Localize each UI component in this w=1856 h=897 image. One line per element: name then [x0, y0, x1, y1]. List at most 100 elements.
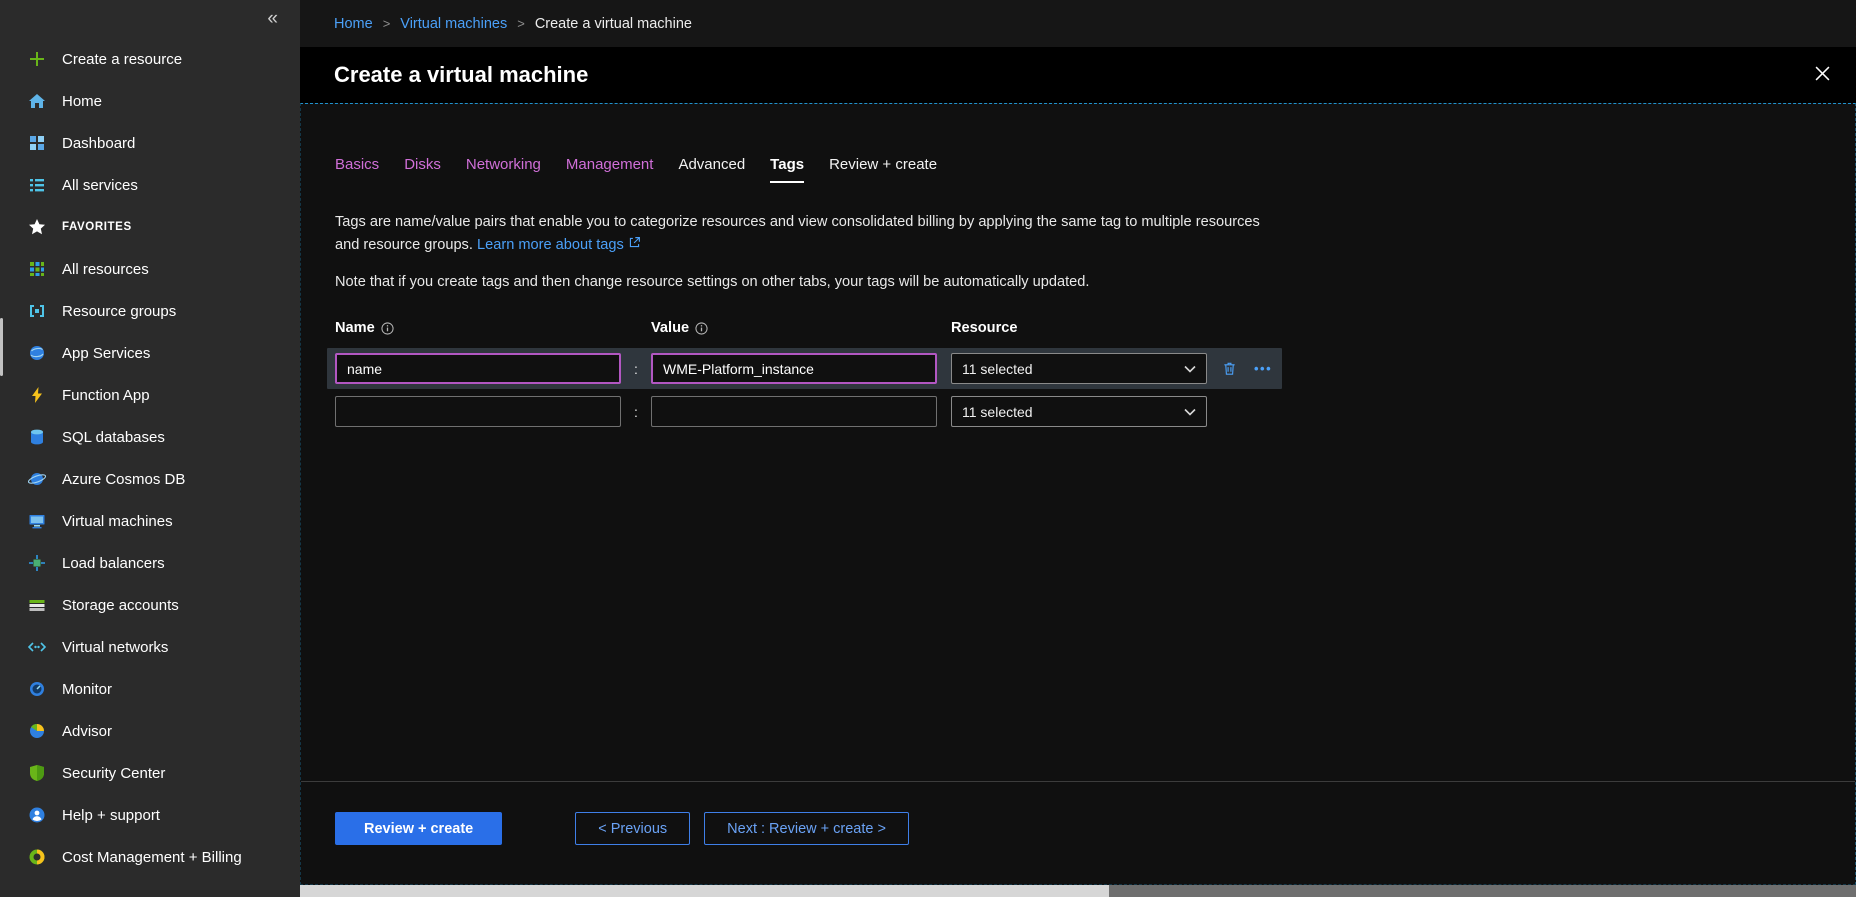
- close-icon: [1815, 66, 1830, 84]
- sidebar-item-monitor[interactable]: Monitor: [0, 668, 300, 710]
- main-area: Home > Virtual machines > Create a virtual m…: [300, 0, 1856, 897]
- name-value-separator: :: [621, 404, 651, 420]
- sidebar-item-label: Monitor: [62, 681, 112, 698]
- sidebar-item-label: Security Center: [62, 765, 165, 782]
- resource-dropdown-value: 11 selected: [962, 361, 1033, 377]
- breadcrumb-separator: >: [517, 16, 525, 31]
- sidebar-item-app-services[interactable]: App Services: [0, 332, 300, 374]
- azure-portal: « Create a resource Home Dashboard All serv…: [0, 0, 1856, 897]
- tab-tags[interactable]: Tags: [770, 156, 804, 183]
- review-create-button[interactable]: Review + create: [335, 812, 502, 845]
- sidebar-item-virtual-machines[interactable]: Virtual machines: [0, 500, 300, 542]
- sidebar-item-create-a-resource[interactable]: Create a resource: [0, 38, 300, 80]
- app-services-icon: [27, 343, 47, 363]
- breadcrumb-home[interactable]: Home: [334, 16, 373, 32]
- sidebar-item-label: Help + support: [62, 807, 160, 824]
- chevron-down-icon: [1184, 408, 1196, 416]
- tab-management[interactable]: Management: [566, 156, 654, 183]
- external-link-icon: [628, 236, 641, 249]
- sidebar-item-resource-groups[interactable]: Resource groups: [0, 290, 300, 332]
- sidebar-item-advisor[interactable]: Advisor: [0, 710, 300, 752]
- tab-basics[interactable]: Basics: [335, 156, 379, 183]
- sidebar-item-cost-management-billing[interactable]: Cost Management + Billing: [0, 836, 300, 878]
- sidebar-item-label: Load balancers: [62, 555, 165, 572]
- sidebar-item-label: Dashboard: [62, 135, 135, 152]
- sidebar-item-label: All services: [62, 177, 138, 194]
- cost-management-icon: [27, 847, 47, 867]
- sidebar-item-label: Virtual machines: [62, 513, 173, 530]
- sidebar-item-label: Function App: [62, 387, 150, 404]
- monitor-icon: [27, 679, 47, 699]
- delete-row-button[interactable]: [1220, 359, 1239, 378]
- sidebar-item-all-resources[interactable]: All resources: [0, 248, 300, 290]
- description-text: Tags are name/value pairs that enable yo…: [335, 214, 1260, 253]
- learn-more-label: Learn more about tags: [477, 237, 624, 253]
- tab-bar: Basics Disks Networking Management Advanced T…: [335, 156, 1855, 183]
- sidebar-collapse-button[interactable]: «: [261, 8, 284, 29]
- sidebar-scrollbar[interactable]: [0, 318, 3, 376]
- tab-disks[interactable]: Disks: [404, 156, 441, 183]
- sidebar-item-dashboard[interactable]: Dashboard: [0, 122, 300, 164]
- info-icon[interactable]: [695, 322, 708, 335]
- name-value-separator: :: [621, 361, 651, 377]
- breadcrumb-separator: >: [383, 16, 391, 31]
- sidebar-item-label: SQL databases: [62, 429, 165, 446]
- resource-dropdown[interactable]: 11 selected: [951, 396, 1207, 427]
- column-label: Name: [335, 320, 375, 336]
- sidebar: « Create a resource Home Dashboard All serv…: [0, 0, 300, 897]
- more-options-button[interactable]: •••: [1252, 359, 1274, 378]
- security-center-icon: [27, 763, 47, 783]
- sidebar-item-label: FAVORITES: [62, 221, 132, 233]
- sidebar-item-virtual-networks[interactable]: Virtual networks: [0, 626, 300, 668]
- horizontal-scrollbar-thumb[interactable]: [300, 885, 1109, 897]
- sidebar-item-label: Home: [62, 93, 102, 110]
- tag-name-input[interactable]: [335, 396, 621, 427]
- tab-review-create[interactable]: Review + create: [829, 156, 937, 183]
- all-resources-icon: [27, 259, 47, 279]
- sidebar-item-help-support[interactable]: Help + support: [0, 794, 300, 836]
- footer: Review + create < Previous Next : Review…: [301, 781, 1855, 884]
- tags-table-body: : 11 selected •••: 11 selected: [327, 348, 1855, 432]
- breadcrumb-create-a-virtual-machine: Create a virtual machine: [535, 16, 692, 32]
- tag-row-2: : 11 selected: [327, 391, 1215, 432]
- tab-networking[interactable]: Networking: [466, 156, 541, 183]
- star-icon: [27, 217, 47, 237]
- sidebar-item-sql-databases[interactable]: SQL databases: [0, 416, 300, 458]
- tab-advanced[interactable]: Advanced: [678, 156, 745, 183]
- tags-note: Note that if you create tags and then ch…: [335, 274, 1821, 290]
- resource-dropdown-value: 11 selected: [962, 404, 1033, 420]
- sidebar-item-security-center[interactable]: Security Center: [0, 752, 300, 794]
- close-button[interactable]: [1811, 62, 1834, 88]
- advisor-icon: [27, 721, 47, 741]
- titlebar: Create a virtual machine: [300, 47, 1856, 103]
- tag-value-input[interactable]: [651, 396, 937, 427]
- next-button[interactable]: Next : Review + create >: [704, 812, 909, 845]
- sidebar-item-function-app[interactable]: Function App: [0, 374, 300, 416]
- sidebar-item-label: Virtual networks: [62, 639, 168, 656]
- sidebar-item-label: App Services: [62, 345, 150, 362]
- virtual-networks-icon: [27, 637, 47, 657]
- column-header-value: Value: [651, 320, 951, 336]
- sidebar-item-load-balancers[interactable]: Load balancers: [0, 542, 300, 584]
- horizontal-scrollbar[interactable]: [300, 885, 1856, 897]
- sidebar-item-storage-accounts[interactable]: Storage accounts: [0, 584, 300, 626]
- tag-row-1: : 11 selected •••: [327, 348, 1282, 389]
- sidebar-item-label: Advisor: [62, 723, 112, 740]
- sidebar-item-label: Resource groups: [62, 303, 176, 320]
- breadcrumb-virtual-machines[interactable]: Virtual machines: [400, 16, 507, 32]
- sidebar-item-all-services[interactable]: All services: [0, 164, 300, 206]
- sidebar-item-home[interactable]: Home: [0, 80, 300, 122]
- tag-name-input[interactable]: [335, 353, 621, 384]
- sidebar-item-azure-cosmos-db[interactable]: Azure Cosmos DB: [0, 458, 300, 500]
- sidebar-item-favorites: FAVORITES: [0, 206, 300, 248]
- learn-more-link[interactable]: Learn more about tags: [477, 237, 641, 253]
- previous-button[interactable]: < Previous: [575, 812, 690, 845]
- virtual-machines-icon: [27, 511, 47, 531]
- sidebar-header: «: [0, 0, 300, 36]
- resource-dropdown[interactable]: 11 selected: [951, 353, 1207, 384]
- info-icon[interactable]: [381, 322, 394, 335]
- page-title: Create a virtual machine: [334, 62, 588, 88]
- cosmos-db-icon: [27, 469, 47, 489]
- breadcrumb: Home > Virtual machines > Create a virtual m…: [300, 0, 1856, 47]
- tag-value-input[interactable]: [651, 353, 937, 384]
